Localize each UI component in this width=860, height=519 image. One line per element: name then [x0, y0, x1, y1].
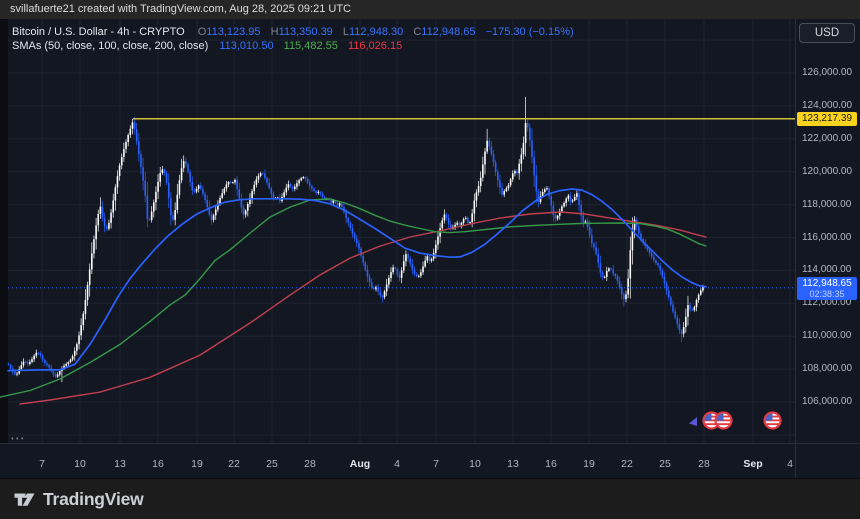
last-price-badge: 112,948.65 02:38:35 — [797, 277, 857, 300]
open-key: O — [198, 26, 207, 38]
tradingview-logo-icon — [13, 488, 36, 511]
sma-line-sma200[interactable] — [20, 212, 706, 404]
grid — [8, 19, 795, 443]
price-axis-label: 106,000.00 — [802, 396, 852, 408]
us-flag-sticker[interactable] — [762, 410, 783, 431]
price-axis-label: 108,000.00 — [802, 363, 852, 375]
sma100-value: 115,482.55 — [284, 40, 338, 52]
time-axis-corner — [795, 444, 860, 479]
legend-separator: - — [110, 26, 114, 38]
symbol-title[interactable]: Bitcoin / U.S. Dollar — [12, 26, 107, 38]
time-axis-label: Sep — [743, 458, 762, 470]
currency-usd-button[interactable]: USD — [799, 23, 855, 43]
sma-indicator-label[interactable]: SMAs (50, close, 100, close, 200, close) — [12, 40, 208, 52]
price-axis-label: 122,000.00 — [802, 133, 852, 145]
price-axis-label: 118,000.00 — [802, 199, 851, 211]
tradingview-wordmark: TradingView — [43, 489, 144, 510]
time-axis-label: 22 — [228, 458, 240, 470]
us-flag-sticker-pair[interactable] — [697, 410, 733, 431]
time-axis-label: 28 — [698, 458, 710, 470]
tradingview-chart-window: svillafuerte21 created with TradingView.… — [0, 0, 860, 519]
time-axis-label: 22 — [621, 458, 633, 470]
footer-bar: TradingView — [0, 478, 860, 519]
price-axis-label: 126,000.00 — [802, 67, 852, 79]
symbol-legend-row[interactable]: Bitcoin / U.S. Dollar - 4h - CRYPTO O113… — [12, 25, 574, 39]
time-axis-label: 19 — [191, 458, 203, 470]
time-axis-label: 25 — [659, 458, 671, 470]
price-level-badge: 123,217.39 — [797, 112, 857, 126]
time-axis-label: 25 — [266, 458, 278, 470]
interval-label[interactable]: 4h — [117, 26, 129, 38]
change-value: −175.30 (−0.15%) — [486, 26, 574, 38]
close-value: 112,948.65 — [421, 26, 475, 38]
pane-more-button[interactable]: ⋯ — [10, 433, 26, 445]
sma-legend-row[interactable]: SMAs (50, close, 100, close, 200, close)… — [12, 39, 574, 53]
time-axis-label: 7 — [39, 458, 45, 470]
price-axis-label: 114,000.00 — [802, 264, 851, 276]
time-axis-label: 16 — [152, 458, 164, 470]
sma200-value: 116,026.15 — [348, 40, 402, 52]
time-axis-label: Aug — [350, 458, 370, 470]
price-axis[interactable]: USD 123,217.39 112,948.65 02:38:35 126,0… — [795, 19, 860, 443]
price-axis-label: 110,000.00 — [802, 330, 851, 342]
open-value: 113,123.95 — [206, 26, 260, 38]
time-axis-label: 19 — [583, 458, 595, 470]
time-axis-label: 10 — [74, 458, 86, 470]
time-axis-label: 13 — [507, 458, 519, 470]
time-axis-label: 16 — [545, 458, 557, 470]
time-axis-label: 10 — [469, 458, 481, 470]
time-axis[interactable]: 7 10 13 16 19 22 25 28 Aug 4 7 10 13 16 19 22 25 28 Sep 4 — [0, 443, 860, 478]
exchange-label: CRYPTO — [139, 26, 184, 38]
chart-legend: Bitcoin / U.S. Dollar - 4h - CRYPTO O113… — [12, 25, 574, 53]
time-axis-label: 4 — [394, 458, 400, 470]
time-axis-label: 13 — [114, 458, 126, 470]
last-price-value: 112,948.65 — [797, 278, 857, 290]
low-value: 112,948.30 — [349, 26, 403, 38]
high-value: 113,350.39 — [279, 26, 333, 38]
attribution-text: svillafuerte21 created with TradingView.… — [10, 3, 351, 15]
attribution-bar: svillafuerte21 created with TradingView.… — [0, 0, 860, 19]
bar-countdown: 02:38:35 — [797, 290, 857, 299]
candlestick-series — [8, 97, 704, 382]
tradingview-logo-link[interactable]: TradingView — [13, 488, 144, 511]
legend-separator: - — [132, 26, 136, 38]
high-key: H — [271, 26, 279, 38]
time-axis-label: 7 — [433, 458, 439, 470]
time-axis-label: 28 — [304, 458, 316, 470]
sma50-value: 113,010.50 — [219, 40, 273, 52]
candlestick-chart-canvas[interactable] — [0, 19, 795, 443]
price-axis-label: 116,000.00 — [802, 232, 851, 244]
price-axis-label: 124,000.00 — [802, 100, 852, 112]
price-axis-label: 120,000.00 — [802, 166, 852, 178]
time-axis-label: 4 — [787, 458, 793, 470]
chart-area: Bitcoin / U.S. Dollar - 4h - CRYPTO O113… — [0, 19, 860, 443]
